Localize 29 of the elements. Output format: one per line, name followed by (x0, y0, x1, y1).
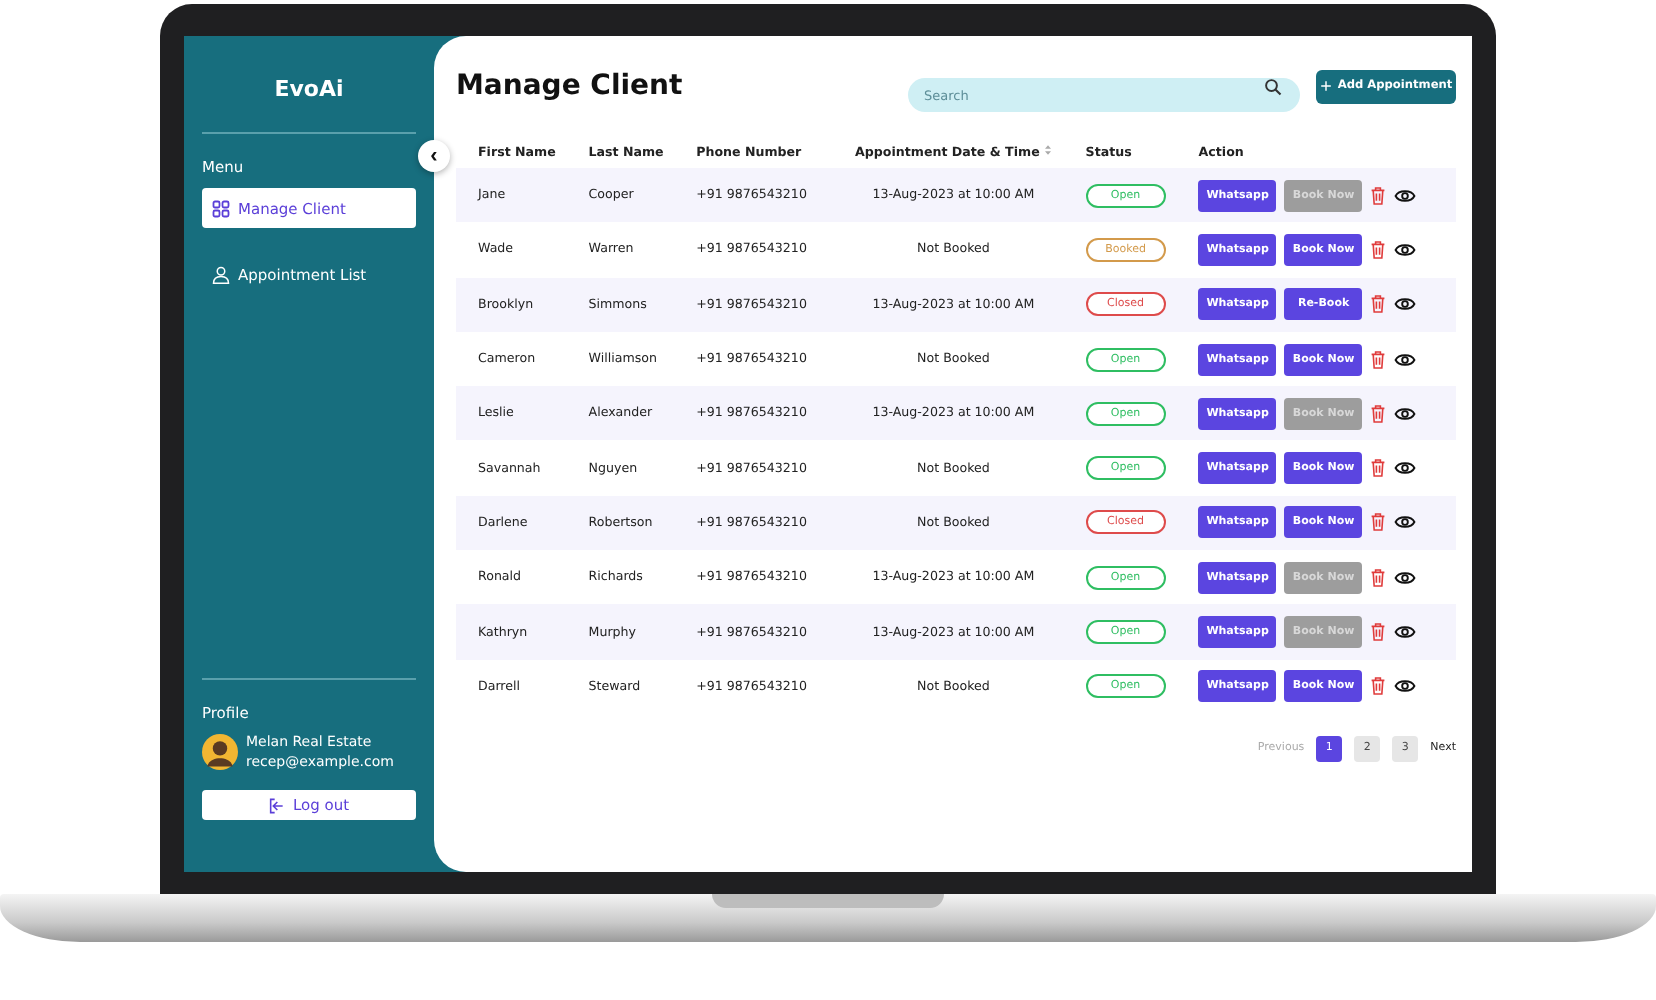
person-icon (212, 265, 230, 283)
avatar-icon (202, 734, 238, 770)
eye-icon[interactable] (1394, 624, 1417, 641)
grid-icon (212, 199, 230, 217)
eye-icon[interactable] (1394, 569, 1417, 586)
trash-icon[interactable] (1370, 622, 1387, 643)
eye-icon[interactable] (1394, 351, 1417, 368)
trash-icon[interactable] (1370, 349, 1387, 370)
trash-icon[interactable] (1370, 458, 1387, 479)
eye-icon[interactable] (1394, 460, 1417, 477)
search-icon (1264, 77, 1282, 95)
trash-icon[interactable] (1370, 567, 1387, 588)
eye-icon[interactable] (1394, 678, 1417, 695)
trash-icon[interactable] (1370, 512, 1387, 533)
page-title: Manage Client (456, 70, 685, 102)
plus-icon (1319, 80, 1332, 92)
eye-icon[interactable] (1394, 514, 1417, 531)
eye-icon[interactable] (1394, 405, 1417, 422)
trash-icon[interactable] (1370, 185, 1387, 206)
trash-icon[interactable] (1370, 676, 1387, 697)
eye-icon[interactable] (1394, 296, 1417, 313)
eye-icon[interactable] (1394, 187, 1417, 204)
eye-icon[interactable] (1394, 241, 1417, 258)
logout-icon (268, 797, 285, 813)
brand-logo: EvoAi (272, 76, 346, 106)
sort-icon[interactable] (1043, 144, 1052, 156)
trash-icon[interactable] (1370, 403, 1387, 424)
trash-icon[interactable] (1370, 239, 1387, 260)
trash-icon[interactable] (1370, 294, 1387, 315)
